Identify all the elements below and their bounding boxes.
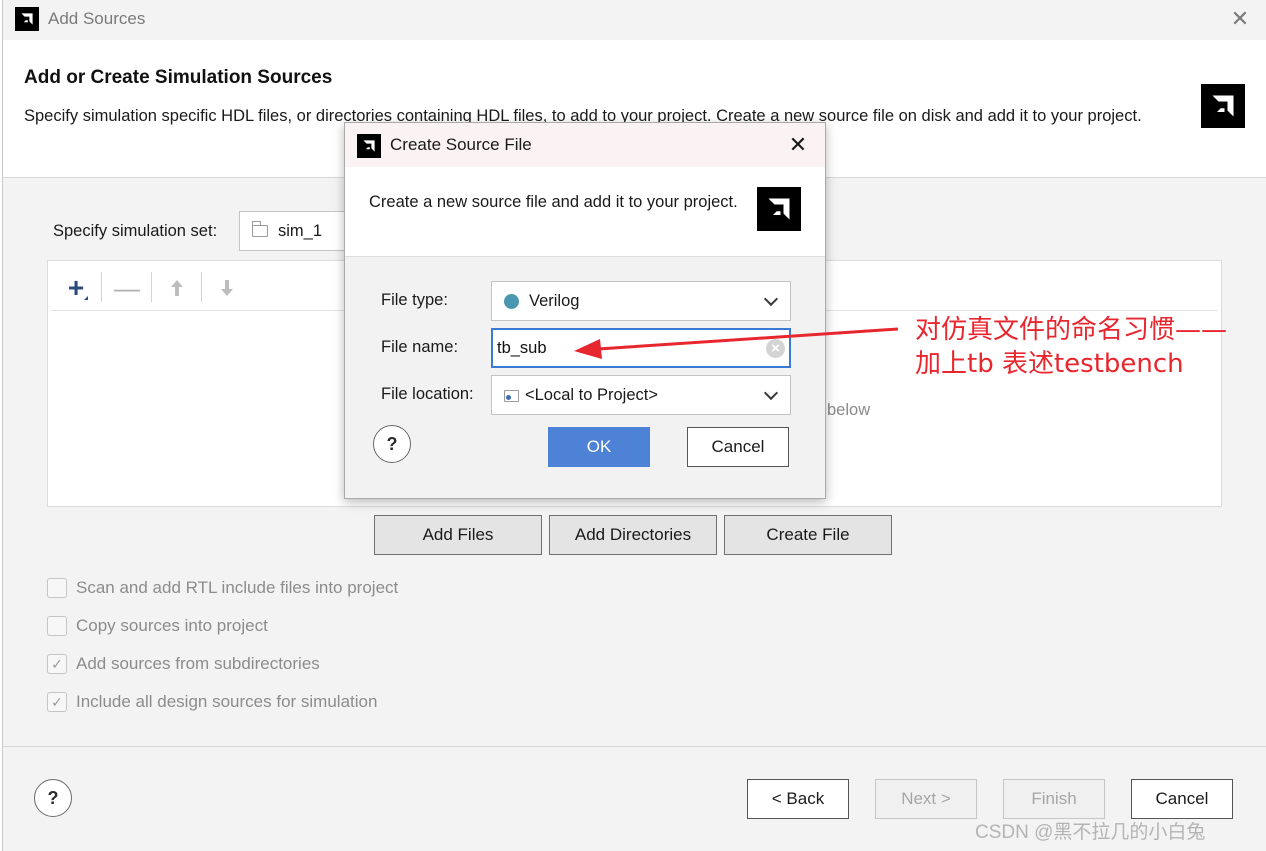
file-location-dropdown[interactable]: <Local to Project> xyxy=(491,375,791,415)
add-directories-button[interactable]: Add Directories xyxy=(549,515,717,555)
dialog-help-button[interactable]: ? xyxy=(373,425,411,463)
page-title: Add or Create Simulation Sources xyxy=(24,67,333,88)
toolbar-divider xyxy=(101,272,102,302)
add-files-label: Add Files xyxy=(422,525,494,544)
create-source-file-dialog: Create Source File ✕ Create a new source… xyxy=(344,122,826,499)
file-location-label: File location: xyxy=(381,385,474,403)
file-type-label: File type: xyxy=(381,291,448,309)
file-type-dropdown[interactable]: Verilog xyxy=(491,281,791,321)
add-files-button[interactable]: Add Files xyxy=(374,515,542,555)
dialog-cancel-button[interactable]: Cancel xyxy=(687,427,789,467)
next-button[interactable]: Next > xyxy=(875,779,977,819)
annotation-line-2: 加上tb 表述testbench xyxy=(915,349,1184,379)
sources-hint-text: below xyxy=(827,401,871,419)
file-location-value: <Local to Project> xyxy=(525,385,658,404)
checkbox[interactable] xyxy=(47,616,67,636)
toolbar-divider xyxy=(151,272,152,302)
verilog-dot-icon xyxy=(504,293,519,309)
annotation-line-1: 对仿真文件的命名习惯—— xyxy=(915,315,1228,345)
dialog-title: Create Source File xyxy=(390,135,532,154)
dialog-description: Create a new source file and add it to y… xyxy=(369,193,738,211)
file-name-field[interactable]: × xyxy=(491,328,791,368)
window-title: Add Sources xyxy=(48,9,146,28)
create-file-button[interactable]: Create File xyxy=(724,515,892,555)
option-add-subdirectories[interactable]: ✓ Add sources from subdirectories xyxy=(47,654,320,674)
simulation-set-label: Specify simulation set: xyxy=(53,222,218,240)
cancel-button[interactable]: Cancel xyxy=(1131,779,1233,819)
remove-icon[interactable]: — xyxy=(110,272,144,304)
move-down-icon[interactable] xyxy=(210,272,244,304)
help-button[interactable]: ? xyxy=(34,779,72,817)
checkbox-checked[interactable]: ✓ xyxy=(47,692,67,712)
watermark: CSDN @黑不拉几的小白兔 xyxy=(975,822,1206,843)
folder-icon xyxy=(251,221,268,237)
clear-icon[interactable]: × xyxy=(766,339,785,358)
checkbox[interactable] xyxy=(47,578,67,598)
checkbox-checked[interactable]: ✓ xyxy=(47,654,67,674)
move-up-icon[interactable] xyxy=(160,272,194,304)
back-button[interactable]: < Back xyxy=(747,779,849,819)
finish-button[interactable]: Finish xyxy=(1003,779,1105,819)
chevron-down-icon xyxy=(763,291,779,307)
file-name-input[interactable] xyxy=(497,338,757,358)
option-include-design-sources[interactable]: ✓ Include all design sources for simulat… xyxy=(47,692,377,712)
close-icon[interactable]: ✕ xyxy=(785,132,811,158)
option-copy-sources[interactable]: Copy sources into project xyxy=(47,616,268,636)
amd-logo-icon xyxy=(757,187,801,231)
file-type-value: Verilog xyxy=(529,291,580,310)
dialog-header: Create a new source file and add it to y… xyxy=(345,167,825,257)
amd-logo-icon xyxy=(357,134,381,158)
close-icon[interactable]: ✕ xyxy=(1227,6,1253,32)
add-directories-label: Add Directories xyxy=(574,525,692,544)
option-scan-rtl-include[interactable]: Scan and add RTL include files into proj… xyxy=(47,578,398,598)
folder-location-icon xyxy=(504,389,519,402)
option-label: Scan and add RTL include files into proj… xyxy=(76,578,399,597)
add-icon[interactable]: + xyxy=(59,272,93,304)
footer-divider xyxy=(3,746,1266,747)
chevron-down-icon xyxy=(763,385,779,401)
annotation-text: 对仿真文件的命名习惯—— 加上tb 表述testbench xyxy=(915,313,1255,381)
toolbar-divider xyxy=(201,272,202,302)
file-name-label: File name: xyxy=(381,338,459,356)
amd-logo-icon xyxy=(1201,84,1245,128)
ok-button[interactable]: OK xyxy=(548,427,650,467)
create-file-label: Create File xyxy=(766,525,850,544)
option-label: Copy sources into project xyxy=(76,616,268,635)
dialog-title-bar: Create Source File ✕ xyxy=(345,123,825,167)
amd-logo-icon xyxy=(15,7,39,31)
simulation-set-value: sim_1 xyxy=(278,221,323,240)
title-bar: Add Sources ✕ xyxy=(3,0,1266,40)
option-label: Include all design sources for simulatio… xyxy=(76,692,378,711)
option-label: Add sources from subdirectories xyxy=(76,654,320,673)
